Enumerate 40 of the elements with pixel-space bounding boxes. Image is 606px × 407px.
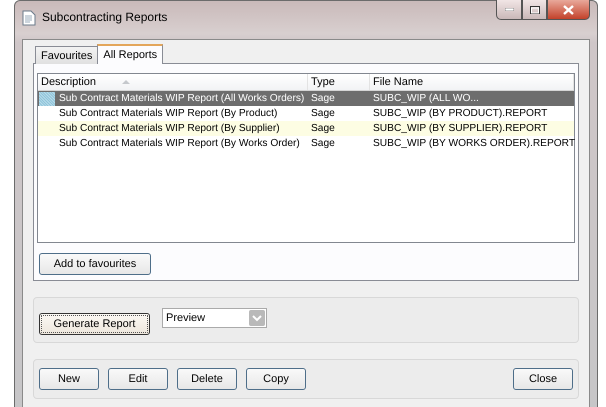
table-cell: Sub Contract Materials WIP Report (By Works Order) xyxy=(59,138,300,149)
table-cell: SUBC_WIP (BY PRODUCT).REPORT xyxy=(373,108,548,119)
generate-report-button[interactable]: Generate Report xyxy=(39,313,150,335)
minimize-button[interactable] xyxy=(496,0,522,20)
table-cell: Sub Contract Materials WIP Report (All Works Orders) xyxy=(59,93,304,104)
close-button[interactable]: Close xyxy=(513,368,573,390)
table-cell: SUBC_WIP (BY SUPPLIER).REPORT xyxy=(373,123,548,134)
action-button[interactable]: New xyxy=(39,368,99,390)
minimize-icon xyxy=(504,8,514,11)
report-icon xyxy=(39,92,55,106)
action-button[interactable]: Edit xyxy=(108,368,168,390)
add-to-favourites-button[interactable]: Add to favourites xyxy=(39,253,151,275)
table-row[interactable]: Sub Contract Materials WIP Report (All Works Orders) Sage SUBC_WIP (ALL WO... xyxy=(38,91,574,106)
dropdown-value: Preview xyxy=(166,312,206,324)
output-dropdown[interactable]: Preview xyxy=(162,308,267,328)
table-cell: SUBC_WIP (BY WORKS ORDER).REPORT xyxy=(373,138,576,149)
tab[interactable]: All Reports xyxy=(97,44,164,64)
sort-arrow-icon xyxy=(122,80,130,84)
table-cell: SUBC_WIP (ALL WO... xyxy=(373,93,479,104)
document-icon xyxy=(22,10,36,26)
table-cell: Sub Contract Materials WIP Report (By Product) xyxy=(59,108,278,119)
table-row[interactable]: Sub Contract Materials WIP Report (By Works Order) Sage SUBC_WIP (BY WORKS ORDER).REPORT xyxy=(38,136,574,151)
table-cell: Sage xyxy=(311,108,335,119)
column-header[interactable]: Description xyxy=(41,76,96,88)
maximize-button[interactable] xyxy=(522,0,547,20)
table-row[interactable]: Sub Contract Materials WIP Report (By Supplier) Sage SUBC_WIP (BY SUPPLIER).REPORT xyxy=(38,121,574,136)
maximize-icon xyxy=(530,6,540,14)
table-cell: Sub Contract Materials WIP Report (By Supplier) xyxy=(59,123,280,134)
table-cell: Sage xyxy=(311,138,335,149)
action-button[interactable]: Copy xyxy=(246,368,306,390)
column-header[interactable]: Type xyxy=(311,76,335,88)
tab[interactable]: Favourites xyxy=(35,46,98,64)
close-icon xyxy=(563,4,574,14)
table-cell: Sage xyxy=(311,93,335,104)
table-row[interactable]: Sub Contract Materials WIP Report (By Product) Sage SUBC_WIP (BY PRODUCT).REPORT xyxy=(38,106,574,121)
action-button[interactable]: Delete xyxy=(177,368,237,390)
column-header[interactable]: File Name xyxy=(373,76,424,88)
window-title: Subcontracting Reports xyxy=(42,10,168,24)
table-cell: Sage xyxy=(311,123,335,134)
close-window-button[interactable] xyxy=(547,0,590,20)
